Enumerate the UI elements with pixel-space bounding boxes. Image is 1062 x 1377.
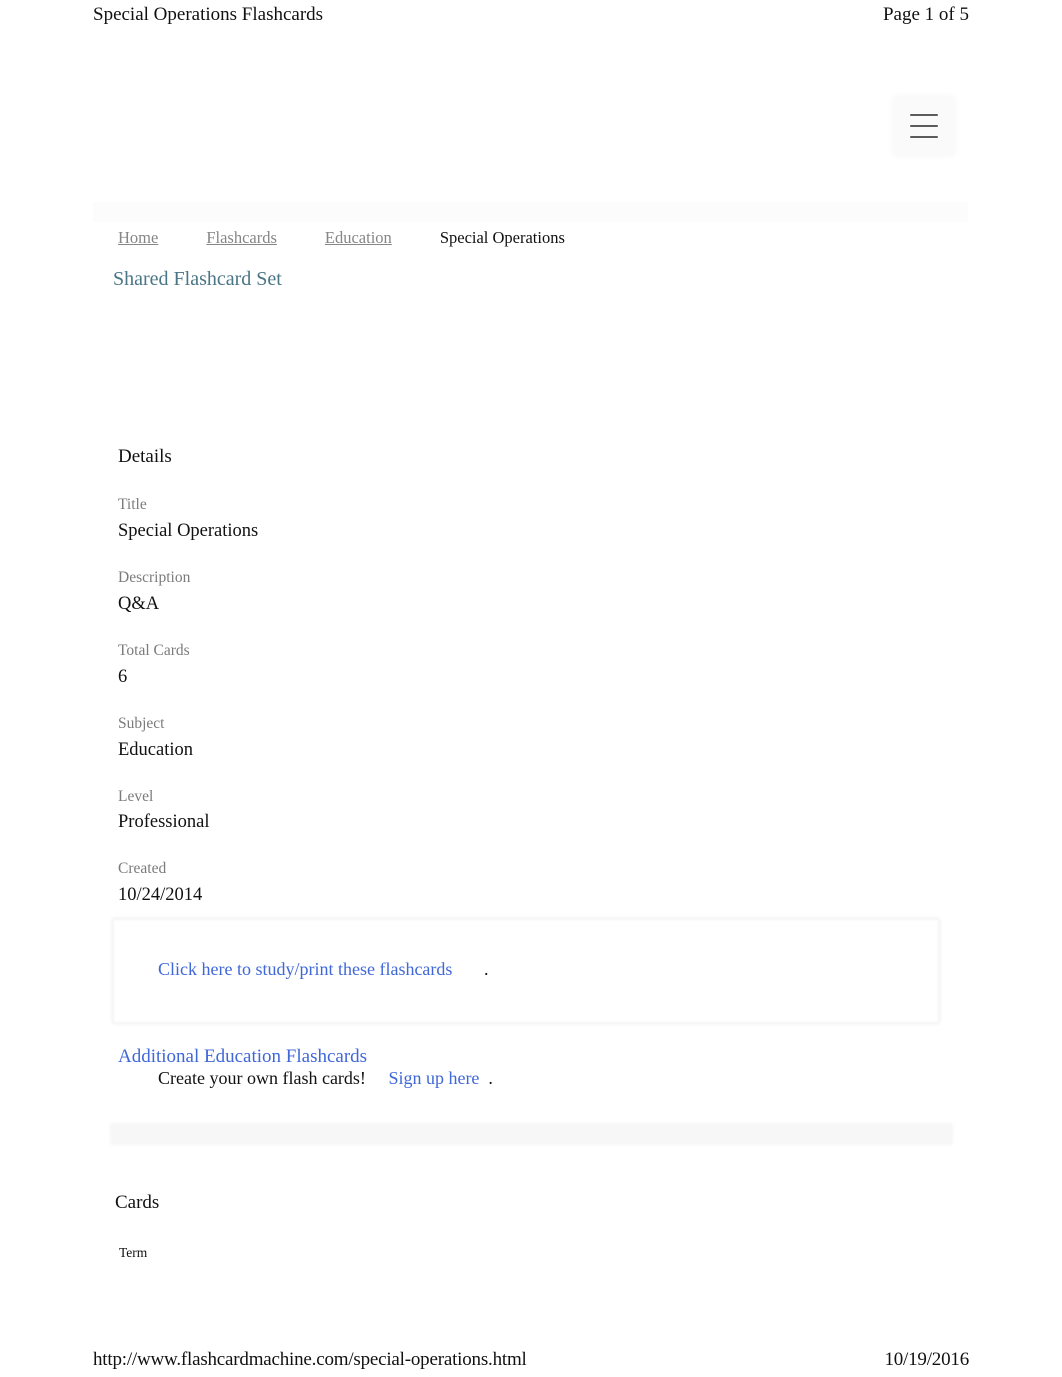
breadcrumb-item-education[interactable]: Education [325, 228, 392, 248]
card-term-label: Term [119, 1245, 148, 1260]
detail-value-level: Professional [118, 812, 210, 833]
breadcrumb: Home Flashcards Education Special Operat… [118, 228, 565, 248]
detail-label-level: Level [118, 787, 154, 805]
hamburger-menu-icon-bar3 [910, 136, 938, 138]
details-heading: Details [118, 446, 172, 467]
detail-value-total-cards: 6 [118, 666, 128, 687]
hamburger-menu-button[interactable] [893, 96, 955, 156]
breadcrumb-item-flashcards[interactable]: Flashcards [206, 228, 277, 248]
cards-heading: Cards [115, 1192, 160, 1213]
detail-field-title: Title Special Operations [118, 495, 818, 544]
page-body: Home Flashcards Education Special Operat… [0, 46, 1062, 1336]
print-header-title: Special Operations Flashcards [93, 4, 324, 25]
sign-up-link[interactable]: Sign up here [388, 1068, 479, 1088]
additional-education-flashcards-link[interactable]: Additional Education Flashcards [118, 1046, 367, 1068]
detail-field-created: Created 10/24/2014 [118, 859, 818, 908]
detail-label-subject: Subject [118, 714, 165, 732]
detail-label-total-cards: Total Cards [118, 641, 190, 659]
detail-value-description: Q&A [118, 593, 160, 614]
print-header: Special Operations Flashcards Page 1 of … [0, 0, 1062, 30]
detail-field-subject: Subject Education [118, 714, 818, 763]
print-footer: http://www.flashcardmachine.com/special-… [0, 1349, 1062, 1371]
detail-value-subject: Education [118, 739, 194, 760]
callout-study-line: Click here to study/print these flashcar… [131, 933, 931, 1006]
detail-label-title: Title [118, 496, 147, 513]
hamburger-menu-icon [910, 114, 938, 116]
detail-field-level: Level Professional [118, 787, 818, 836]
callout-content: Click here to study/print these flashcar… [131, 933, 931, 1115]
print-page-indicator: Page 1 of 5 [882, 4, 969, 25]
details-section: Details Title Special Operations Descrip… [118, 446, 818, 932]
detail-value-title: Special Operations [118, 520, 259, 541]
print-footer-url: http://www.flashcardmachine.com/special-… [93, 1349, 527, 1370]
detail-label-description: Description [118, 568, 191, 586]
study-link-trailing-dot: . [483, 959, 489, 980]
detail-field-description: Description Q&A [118, 568, 818, 617]
detail-field-total-cards: Total Cards 6 [118, 641, 818, 690]
study-print-link[interactable]: Click here to study/print these flashcar… [158, 959, 452, 979]
print-footer-date: 10/19/2016 [884, 1349, 969, 1370]
detail-value-created: 10/24/2014 [118, 885, 203, 906]
page-subtitle: Shared Flashcard Set [113, 268, 282, 290]
create-own-text: Create your own flash cards! [158, 1068, 366, 1089]
cards-divider-band [110, 1123, 953, 1145]
detail-label-created: Created [118, 860, 167, 878]
top-divider-band [93, 202, 968, 222]
hamburger-menu-icon-bar2 [910, 125, 938, 127]
signup-link-trailing-dot: . [488, 1068, 493, 1089]
breadcrumb-item-home[interactable]: Home [118, 228, 158, 248]
breadcrumb-item-special-operations: Special Operations [439, 228, 565, 247]
